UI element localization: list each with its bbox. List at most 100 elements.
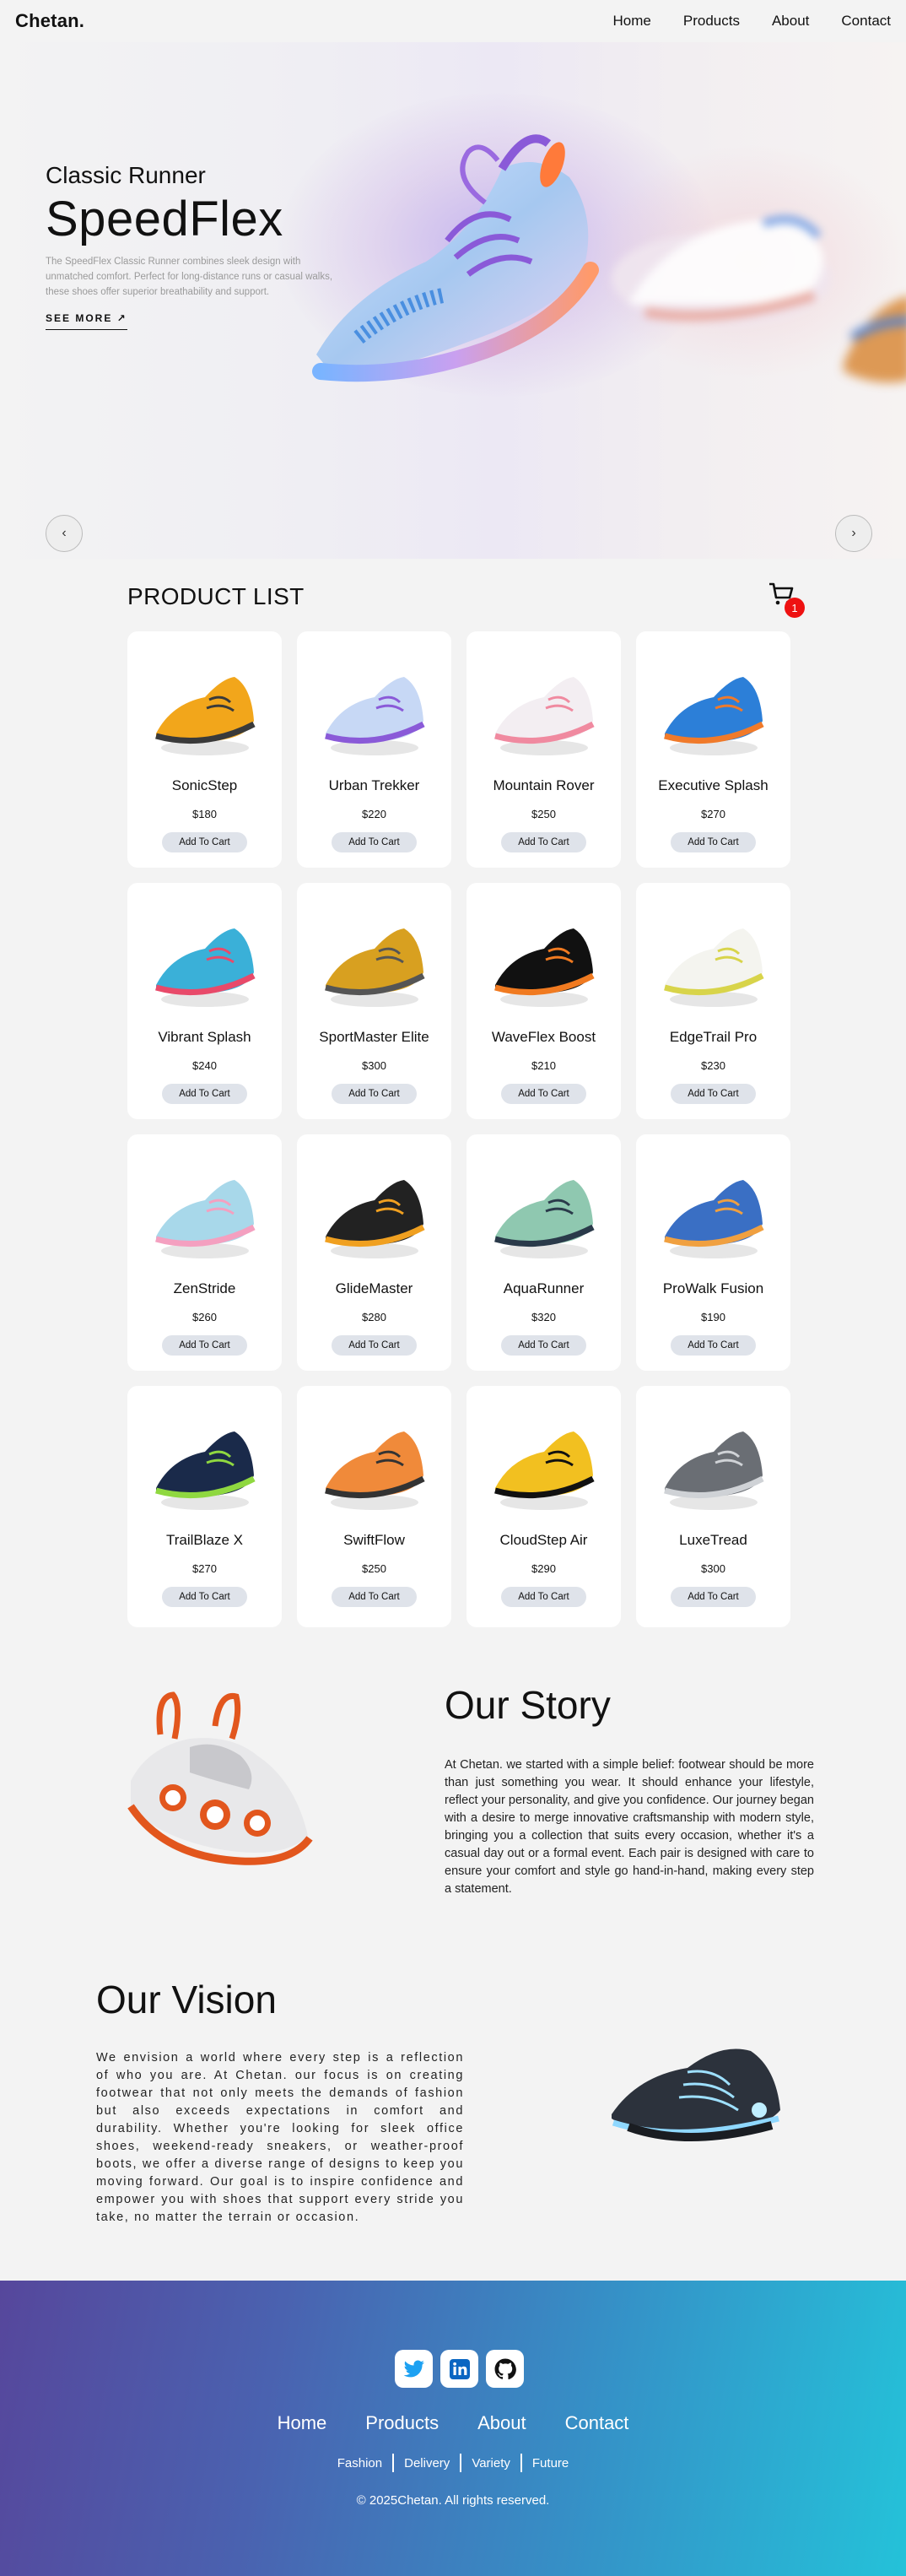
footer-contact-link[interactable]: Contact — [565, 2412, 629, 2434]
footer-tag: Future — [531, 2455, 569, 2470]
product-card: GlideMaster $280 Add To Cart — [297, 1134, 451, 1371]
site-footer: Home Products About Contact Fashion Deli… — [0, 2281, 906, 2576]
product-card: AquaRunner $320 Add To Cart — [466, 1134, 621, 1371]
add-to-cart-button[interactable]: Add To Cart — [162, 1335, 247, 1356]
product-image — [127, 1393, 282, 1532]
github-icon — [494, 2358, 516, 2379]
footer-tag: Variety — [472, 2455, 510, 2470]
github-link[interactable] — [486, 2350, 524, 2388]
nav-contact-link[interactable]: Contact — [841, 13, 891, 30]
product-name: WaveFlex Boost — [491, 1029, 596, 1045]
add-to-cart-button[interactable]: Add To Cart — [501, 832, 586, 852]
add-to-cart-button[interactable]: Add To Cart — [671, 1587, 756, 1607]
add-to-cart-button[interactable]: Add To Cart — [671, 832, 756, 852]
hero-subtitle: Classic Runner — [46, 162, 206, 188]
product-image — [636, 638, 790, 777]
product-price: $300 — [701, 1562, 725, 1575]
product-name: ProWalk Fusion — [662, 1280, 764, 1296]
product-price: $300 — [362, 1059, 386, 1072]
hero-carousel: Classic Runner SpeedFlex The SpeedFlex C… — [0, 42, 906, 559]
next-slide-button[interactable]: › — [835, 515, 872, 552]
main-nav: Home Products About Contact — [613, 13, 891, 30]
product-name: LuxeTread — [679, 1532, 747, 1548]
add-to-cart-button[interactable]: Add To Cart — [501, 1335, 586, 1356]
vision-shoe-image — [612, 2048, 780, 2141]
product-image — [636, 890, 790, 1029]
product-price: $320 — [531, 1311, 556, 1323]
add-to-cart-button[interactable]: Add To Cart — [671, 1335, 756, 1356]
chevron-left-icon: ‹ — [62, 526, 67, 540]
footer-nav: Home Products About Contact — [0, 2412, 906, 2434]
story-text: At Chetan. we started with a simple beli… — [445, 1758, 814, 1896]
footer-products-link[interactable]: Products — [365, 2412, 439, 2434]
add-to-cart-button[interactable]: Add To Cart — [501, 1084, 586, 1104]
vision-title: Our Vision — [96, 1978, 277, 2021]
add-to-cart-button[interactable]: Add To Cart — [501, 1587, 586, 1607]
cart-count-badge: 1 — [785, 598, 805, 618]
next-slide-shoe-image — [612, 215, 831, 325]
product-card: EdgeTrail Pro $230 Add To Cart — [636, 883, 790, 1119]
add-to-cart-button[interactable]: Add To Cart — [162, 832, 247, 852]
story-title: Our Story — [445, 1683, 611, 1727]
product-price: $240 — [192, 1059, 217, 1072]
product-name: EdgeTrail Pro — [669, 1029, 758, 1045]
add-to-cart-button[interactable]: Add To Cart — [332, 1335, 417, 1356]
product-price: $260 — [192, 1311, 217, 1323]
footer-home-link[interactable]: Home — [278, 2412, 327, 2434]
copyright-text: © 2025Chetan. All rights reserved. — [356, 2493, 550, 2508]
nav-about-link[interactable]: About — [772, 13, 809, 30]
hero-description: The SpeedFlex Classic Runner combines sl… — [46, 257, 333, 297]
product-image — [127, 890, 282, 1029]
product-image — [297, 890, 451, 1029]
add-to-cart-button[interactable]: Add To Cart — [162, 1084, 247, 1104]
product-card: CloudStep Air $290 Add To Cart — [466, 1386, 621, 1627]
add-to-cart-button[interactable]: Add To Cart — [162, 1587, 247, 1607]
product-price: $190 — [701, 1311, 725, 1323]
product-price: $270 — [701, 808, 725, 820]
footer-tag: Fashion — [337, 2455, 383, 2470]
product-image — [466, 1393, 621, 1532]
product-name: TrailBlaze X — [165, 1532, 243, 1548]
product-price: $250 — [531, 808, 556, 820]
brand-logo[interactable]: Chetan. — [15, 10, 84, 32]
footer-tags: Fashion Delivery Variety Future — [0, 2454, 906, 2472]
add-to-cart-button[interactable]: Add To Cart — [332, 1084, 417, 1104]
nav-home-link[interactable]: Home — [613, 13, 651, 30]
product-grid: SonicStep $180 Add To Cart Urban Trekker $22… — [127, 631, 791, 1627]
product-card: Mountain Rover $250 Add To Cart — [466, 631, 621, 868]
add-to-cart-button[interactable]: Add To Cart — [671, 1084, 756, 1104]
product-card: SonicStep $180 Add To Cart — [127, 631, 282, 868]
product-name: SwiftFlow — [343, 1532, 405, 1548]
see-more-link[interactable]: SEE MORE ↗ — [46, 312, 127, 330]
vision-text: We envision a world where every step is … — [96, 2051, 464, 2224]
twitter-link[interactable] — [395, 2350, 433, 2388]
twitter-icon — [403, 2359, 424, 2377]
product-card: SportMaster Elite $300 Add To Cart — [297, 883, 451, 1119]
product-card: Vibrant Splash $240 Add To Cart — [127, 883, 282, 1119]
product-name: Urban Trekker — [328, 777, 420, 793]
product-image — [297, 1141, 451, 1280]
footer-about-link[interactable]: About — [477, 2412, 526, 2434]
add-to-cart-button[interactable]: Add To Cart — [332, 1587, 417, 1607]
chevron-right-icon: › — [851, 526, 856, 540]
nav-products-link[interactable]: Products — [683, 13, 740, 30]
product-image — [297, 1393, 451, 1532]
story-shoe-image — [127, 1691, 313, 1865]
linkedin-link[interactable] — [440, 2350, 478, 2388]
product-image — [297, 638, 451, 777]
add-to-cart-button[interactable]: Add To Cart — [332, 832, 417, 852]
social-links — [395, 2350, 524, 2388]
product-card: LuxeTread $300 Add To Cart — [636, 1386, 790, 1627]
product-image — [636, 1141, 790, 1280]
cart-button[interactable]: 1 — [764, 581, 806, 618]
product-name: AquaRunner — [503, 1280, 585, 1296]
product-price: $210 — [531, 1059, 556, 1072]
product-price: $180 — [192, 808, 217, 820]
product-price: $230 — [701, 1059, 725, 1072]
product-card: SwiftFlow $250 Add To Cart — [297, 1386, 451, 1627]
product-name: CloudStep Air — [499, 1532, 588, 1548]
product-card: TrailBlaze X $270 Add To Cart — [127, 1386, 282, 1627]
prev-slide-button[interactable]: ‹ — [46, 515, 83, 552]
product-card: ProWalk Fusion $190 Add To Cart — [636, 1134, 790, 1371]
product-price: $250 — [362, 1562, 386, 1575]
